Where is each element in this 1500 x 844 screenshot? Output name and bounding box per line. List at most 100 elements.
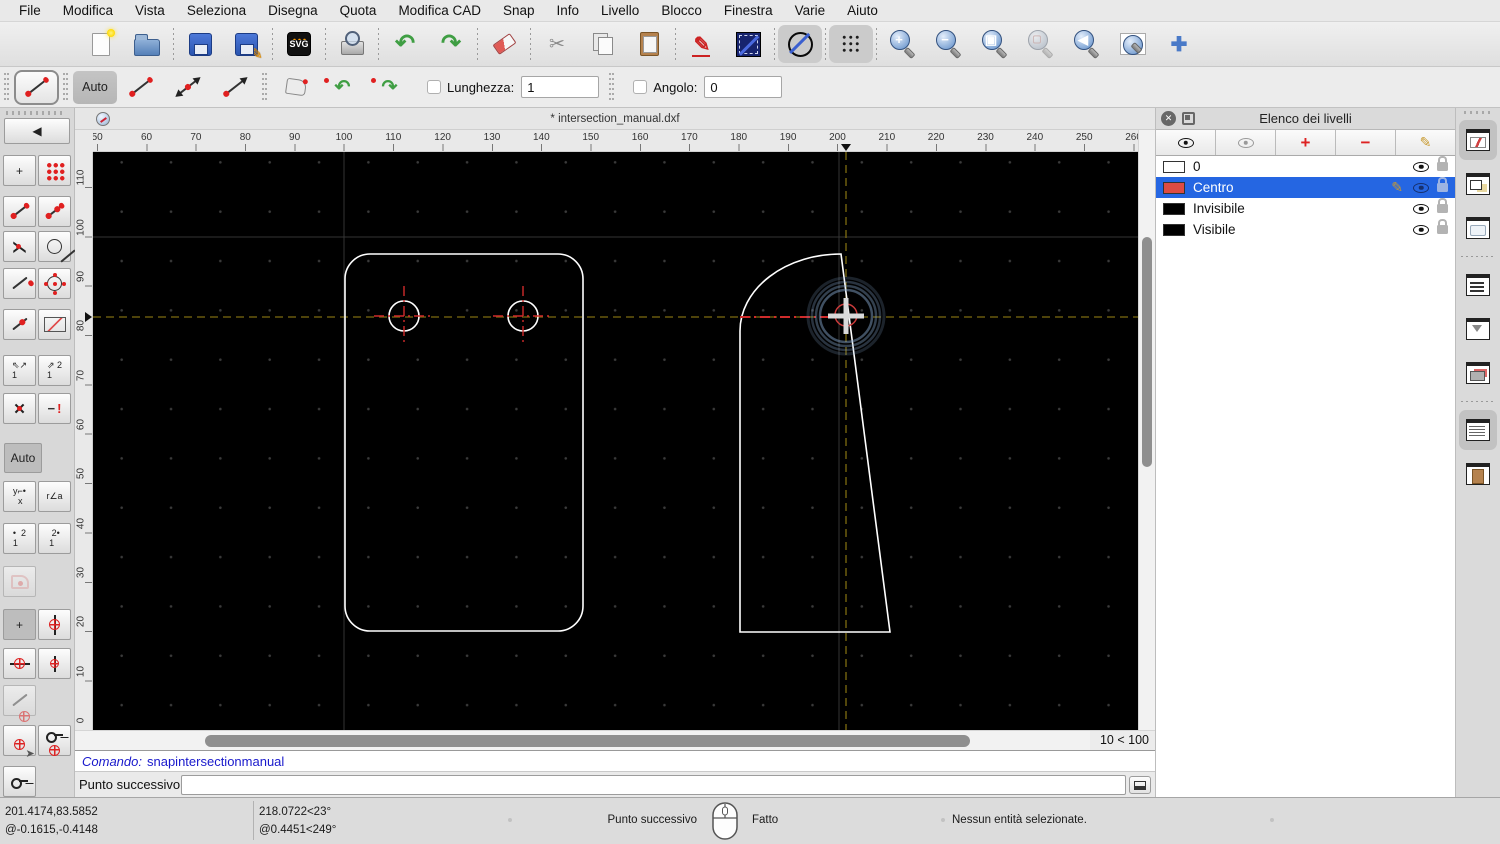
menu-blocco[interactable]: Blocco [650, 3, 713, 18]
block-list-toggle-button[interactable] [1459, 164, 1497, 204]
snap-middle-button[interactable] [3, 309, 36, 340]
edit-layer-icon[interactable]: ✎ [1391, 179, 1403, 196]
horizontal-scrollbar[interactable] [75, 731, 1090, 751]
save-button[interactable] [177, 24, 223, 64]
restrict-nothing-button[interactable]: + [3, 609, 36, 640]
drawing-window-titlebar[interactable]: * intersection_manual.dxf [75, 108, 1155, 130]
select-reference-point-button[interactable]: ➤ [3, 725, 36, 760]
property-editor-toggle-button[interactable] [1459, 120, 1497, 160]
cut-button[interactable]: ✂ [534, 24, 580, 64]
remove-layer-button[interactable]: − [1336, 130, 1396, 155]
menu-vista[interactable]: Vista [124, 3, 176, 18]
library-browser-toggle-button[interactable] [1459, 208, 1497, 248]
zoom-in-button[interactable]: + [880, 24, 926, 64]
relative-cartesian-button[interactable]: • 21 [3, 523, 36, 554]
snap-auto-sidebar-button[interactable]: Auto [4, 443, 42, 473]
copy-button[interactable] [580, 24, 626, 64]
edit-pen-button[interactable]: ✎ [679, 24, 725, 64]
export-svg-button[interactable]: SVG [276, 24, 322, 64]
layer-visibility-icon[interactable] [1413, 224, 1429, 235]
angle-snap-button[interactable] [3, 685, 36, 722]
layer-visibility-icon[interactable] [1413, 182, 1429, 193]
menu-aiuto[interactable]: Aiuto [836, 3, 889, 18]
zoom-window-button[interactable] [1110, 24, 1156, 64]
circle-line-tool-button[interactable] [778, 25, 822, 63]
paste-button[interactable] [626, 24, 672, 64]
add-layer-button[interactable]: + [1276, 130, 1336, 155]
layer-row-invisibile[interactable]: Invisibile [1156, 198, 1455, 219]
undo-segment-button[interactable]: ↶ [319, 70, 366, 105]
zoom-out-button[interactable]: − [926, 24, 972, 64]
layer-row-centro[interactable]: Centro ✎ [1156, 177, 1455, 198]
layer-lock-icon[interactable] [1437, 156, 1448, 171]
vertical-scrollbar[interactable] [1138, 130, 1155, 730]
coordinates-polar-button[interactable]: r∠a [38, 481, 71, 512]
snap-on-entity-button[interactable] [38, 196, 71, 227]
snap-distance-button[interactable] [3, 268, 36, 299]
coordinates-cartesian-button[interactable]: y⌐• x [3, 481, 36, 512]
layer-color-swatch[interactable] [1163, 160, 1185, 173]
collapse-sidebar-button[interactable]: ◀ [4, 118, 70, 144]
layer-lock-icon[interactable] [1437, 177, 1448, 192]
angolo-input[interactable] [704, 76, 783, 98]
menu-info[interactable]: Info [546, 3, 591, 18]
layer-lock-icon[interactable] [1437, 219, 1448, 234]
lunghezza-checkbox[interactable] [427, 80, 441, 94]
pan-button[interactable]: ✚ [1156, 24, 1202, 64]
set-relative-zero-button[interactable] [3, 766, 36, 797]
toolbar-drag-handle[interactable] [4, 73, 9, 101]
snap-endpoints-button[interactable] [3, 196, 36, 227]
snap-auto-toolbar-button[interactable]: Auto [73, 70, 117, 104]
polyline-close-button[interactable] [272, 70, 319, 105]
relative-polar-button[interactable]: 2• 1 [38, 523, 71, 554]
command-widget-toggle-button[interactable] [1459, 410, 1497, 450]
menu-finestra[interactable]: Finestra [713, 3, 784, 18]
lock-relative-zero-button[interactable] [38, 725, 71, 756]
save-as-button[interactable]: ✎ [223, 24, 269, 64]
snap-divide-two-button[interactable]: ⇖↗ 1 [3, 355, 36, 386]
eraser-button[interactable] [481, 24, 527, 64]
restrict-vertical-button[interactable] [38, 609, 71, 640]
snap-perpendicular-button[interactable]: ⋋ [3, 231, 36, 262]
new-file-button[interactable] [78, 24, 124, 64]
open-file-button[interactable] [124, 24, 170, 64]
sidebar-drag-handle[interactable] [6, 111, 66, 115]
snap-intersection-manual-button[interactable]: −! [38, 393, 71, 424]
clipboard-widget-toggle-button[interactable] [1459, 454, 1497, 494]
drawing-canvas[interactable] [93, 152, 1138, 730]
current-tool-line-button[interactable] [14, 69, 59, 105]
layer-color-swatch[interactable] [1163, 202, 1185, 215]
snap-tangent-button[interactable] [38, 231, 76, 263]
layer-row-0[interactable]: 0 [1156, 156, 1455, 177]
close-panel-icon[interactable]: ✕ [1161, 111, 1176, 126]
selection-filter-toggle-button[interactable] [1459, 309, 1497, 349]
horizontal-scrollbar-thumb[interactable] [205, 735, 970, 747]
zoom-previous-button[interactable]: ◀ [1064, 24, 1110, 64]
grid-toggle-button[interactable] [829, 25, 873, 63]
line-both-directions-button[interactable] [164, 70, 211, 105]
layer-panel-titlebar[interactable]: ✕ Elenco dei livelli [1156, 108, 1455, 130]
snap-center-button[interactable] [38, 268, 71, 299]
restrict-orthogonal-button[interactable] [38, 648, 71, 679]
undo-button[interactable]: ↶ [382, 24, 428, 64]
redo-button[interactable]: ↷ [428, 24, 474, 64]
menu-livello[interactable]: Livello [590, 3, 650, 18]
menu-file[interactable]: File [8, 3, 52, 18]
layer-row-visibile[interactable]: Visibile [1156, 219, 1455, 240]
menu-disegna[interactable]: Disegna [257, 3, 329, 18]
float-panel-icon[interactable] [1182, 112, 1195, 125]
fillet-button[interactable] [3, 566, 36, 597]
restrict-box-button[interactable] [38, 309, 71, 340]
widget-list-toggle-button[interactable] [1459, 265, 1497, 305]
layer-color-swatch[interactable] [1163, 223, 1185, 236]
snap-free-button[interactable]: + [3, 155, 36, 186]
zoom-selection-button[interactable]: ▢ [1018, 24, 1064, 64]
layer-visibility-icon[interactable] [1413, 203, 1429, 214]
zoom-auto-button[interactable]: ▣ [972, 24, 1018, 64]
menu-quota[interactable]: Quota [329, 3, 388, 18]
snap-divide-ratio-button[interactable]: ⇗ 21 [38, 355, 71, 386]
draw-line-button[interactable] [725, 24, 771, 64]
menu-seleziona[interactable]: Seleziona [176, 3, 257, 18]
print-preview-button[interactable] [329, 24, 375, 64]
hide-all-layers-button[interactable] [1216, 130, 1276, 155]
